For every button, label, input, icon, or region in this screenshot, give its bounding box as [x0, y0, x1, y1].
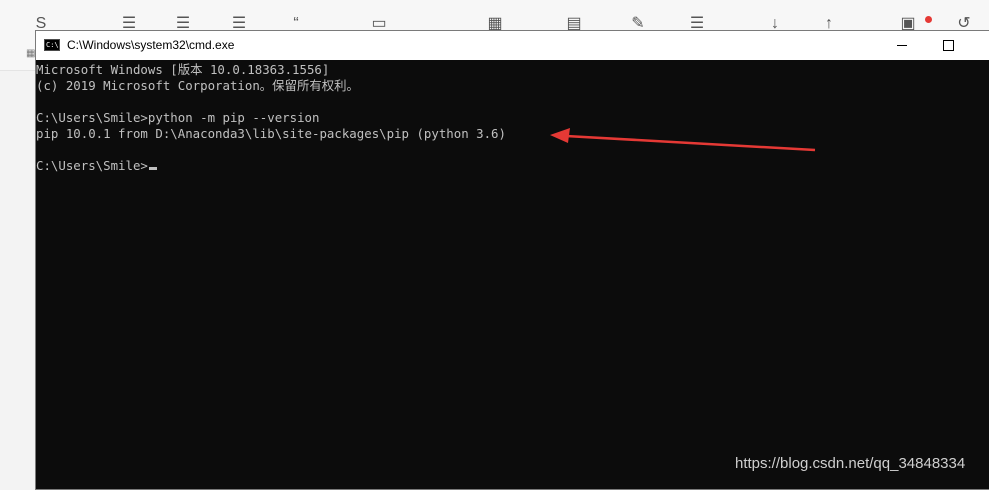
- text-cursor: [148, 167, 157, 170]
- console-line-copyright: (c) 2019 Microsoft Corporation。保留所有权利。: [36, 78, 359, 93]
- window-title: C:\Windows\system32\cmd.exe: [67, 38, 235, 52]
- console-line-command: C:\Users\Smile>python -m pip --version: [36, 110, 320, 125]
- minimize-button[interactable]: [879, 31, 925, 60]
- watermark: https://blog.csdn.net/qq_34848334: [735, 455, 966, 472]
- console-prompt: C:\Users\Smile>: [36, 158, 148, 173]
- console-line-pip-version: pip 10.0.1 from D:\Anaconda3\lib\site-pa…: [36, 126, 506, 141]
- close-button[interactable]: ✕: [971, 31, 989, 60]
- cmd-icon: C:\: [44, 39, 60, 51]
- maximize-icon: [942, 40, 954, 51]
- console-line-blank-2: [36, 142, 989, 158]
- minimize-icon: [897, 45, 907, 46]
- maximize-button[interactable]: [925, 31, 971, 60]
- title-bar[interactable]: C:\ C:\Windows\system32\cmd.exe ✕: [36, 31, 989, 60]
- side-fragment-icon: ▦: [26, 48, 36, 59]
- console-line-version: Microsoft Windows [版本 10.0.18363.1556]: [36, 62, 330, 77]
- console-output[interactable]: Microsoft Windows [版本 10.0.18363.1556] (…: [36, 60, 989, 489]
- notification-dot: [925, 16, 932, 23]
- cmd-window[interactable]: C:\ C:\Windows\system32\cmd.exe ✕ Micros…: [35, 30, 989, 490]
- console-prompt-line[interactable]: C:\Users\Smile>: [36, 158, 989, 174]
